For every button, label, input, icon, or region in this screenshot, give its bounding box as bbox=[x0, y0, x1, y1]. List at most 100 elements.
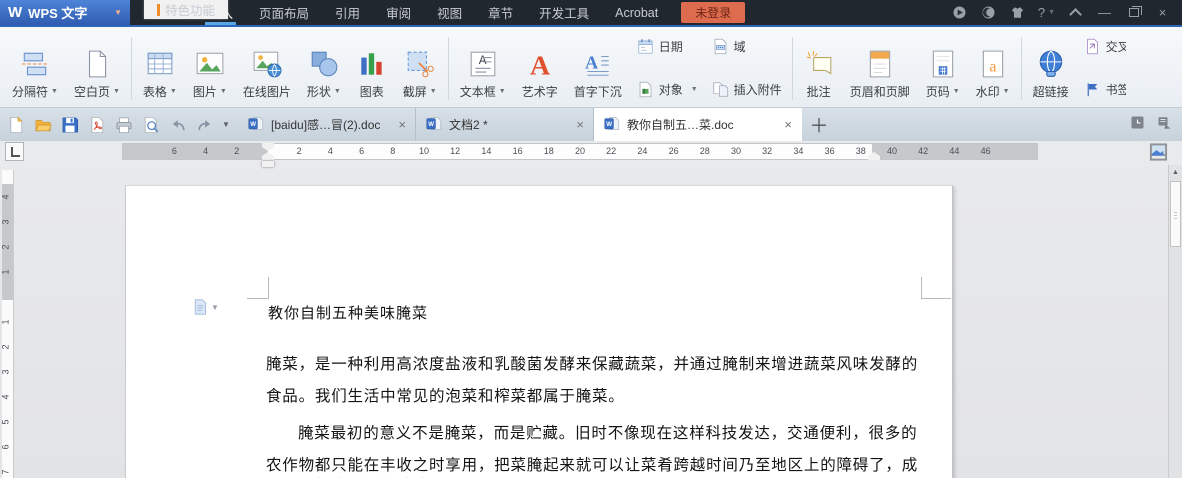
ruler-number: 34 bbox=[793, 146, 804, 156]
ribbon-button-crossref[interactable]: 交叉引用 bbox=[1084, 38, 1126, 55]
ribbon-group-separator bbox=[130, 37, 132, 100]
skin-circle-icon[interactable] bbox=[946, 0, 973, 25]
paragraph-style-button[interactable]: ▼ bbox=[192, 299, 219, 315]
ribbon-group-separator bbox=[447, 37, 449, 100]
ruler-number: 36 bbox=[824, 146, 835, 156]
ribbon-button-field[interactable]: 域 bbox=[712, 38, 782, 55]
ribbon-button-online-picture[interactable]: 在线图片 bbox=[235, 30, 299, 107]
print-button[interactable] bbox=[111, 112, 137, 138]
close-tab-icon[interactable]: × bbox=[576, 118, 584, 131]
scroll-up-button[interactable]: ▲ bbox=[1169, 165, 1182, 179]
quick-access-toolbar: ▼ bbox=[0, 108, 238, 141]
help-icon[interactable]: ? ▼ bbox=[1033, 0, 1060, 25]
ribbon-button-wordart[interactable]: A 艺术字 bbox=[514, 30, 566, 107]
ruler-number: 3 bbox=[0, 219, 11, 225]
undo-button[interactable] bbox=[165, 112, 191, 138]
new-document-button[interactable] bbox=[3, 112, 29, 138]
ruler-number: 4 bbox=[0, 194, 11, 200]
ruler-number: 6 bbox=[359, 146, 365, 156]
close-tab-icon[interactable]: × bbox=[784, 118, 792, 131]
chevron-down-icon: ▼ bbox=[114, 8, 122, 17]
print-preview-button[interactable] bbox=[138, 112, 164, 138]
horizontal-ruler[interactable]: 6 4 2 2 4 6 8 10 12 14 16 18 20 22 24 26 28 30 32 34 36 38 40 4… bbox=[122, 143, 1038, 167]
menu-tab-8[interactable]: 特色功能 bbox=[144, 0, 229, 19]
wordart-icon: A bbox=[525, 49, 555, 79]
scrollbar-thumb[interactable] bbox=[1170, 181, 1181, 247]
ribbon-button-table[interactable]: 表格 ▼ bbox=[135, 30, 185, 107]
app-logo-button[interactable]: W WPS 文字 ▼ bbox=[0, 0, 130, 25]
menu-tab-4[interactable]: 审阅 bbox=[373, 0, 424, 25]
night-mode-icon[interactable] bbox=[975, 0, 1002, 25]
menu-tab-6[interactable]: 章节 bbox=[475, 0, 526, 25]
document-tab-0[interactable]: W [baidu]感…冒(2).doc × bbox=[238, 108, 416, 141]
chevron-down-icon: ▼ bbox=[1048, 9, 1056, 16]
redo-button[interactable] bbox=[192, 112, 218, 138]
vertical-ruler[interactable]: 4 3 2 1 1 2 3 4 5 6 7 bbox=[0, 170, 14, 478]
customize-toolbar-dropdown[interactable]: ▼ bbox=[219, 120, 233, 129]
table-icon bbox=[145, 49, 175, 79]
style-page-icon bbox=[194, 299, 206, 315]
picture-icon bbox=[195, 49, 225, 79]
ribbon-button-bookmark[interactable]: 书签 bbox=[1084, 81, 1126, 98]
menu-tab-5[interactable]: 视图 bbox=[424, 0, 475, 25]
minimize-button[interactable]: — bbox=[1091, 0, 1118, 25]
menu-tab-3[interactable]: 引用 bbox=[322, 0, 373, 25]
ribbon-button-hyperlink[interactable]: 超链接 bbox=[1025, 30, 1077, 107]
export-pdf-button[interactable] bbox=[84, 112, 110, 138]
ruler-toggle-button[interactable] bbox=[1149, 142, 1168, 162]
chevron-down-icon: ▼ bbox=[211, 302, 219, 312]
ribbon-button-picture[interactable]: 图片 ▼ bbox=[185, 30, 235, 107]
document-file-icon: W bbox=[247, 115, 264, 135]
ribbon-button-comment[interactable]: 批注 bbox=[796, 30, 842, 107]
document-tab-1[interactable]: W 文档2 * × bbox=[416, 108, 594, 141]
ruler-number: 38 bbox=[855, 146, 866, 156]
ribbon-button-chart[interactable]: 图表 bbox=[349, 30, 395, 107]
close-tab-icon[interactable]: × bbox=[398, 118, 406, 131]
login-button[interactable]: 未登录 bbox=[681, 2, 746, 23]
history-clock-icon[interactable] bbox=[1130, 115, 1145, 135]
menu-tab-9[interactable]: Acrobat bbox=[602, 0, 671, 25]
menu-tab-2[interactable]: 页面布局 bbox=[246, 0, 322, 25]
ribbon-button-pagenum[interactable]: 页码 ▼ bbox=[918, 30, 968, 107]
collapse-ribbon-icon[interactable] bbox=[1062, 0, 1089, 25]
restore-button[interactable] bbox=[1120, 0, 1147, 25]
ribbon-button-attach[interactable]: 插入附件 bbox=[712, 81, 782, 98]
tab-list-icon[interactable] bbox=[1157, 115, 1172, 135]
vertical-scrollbar[interactable]: ▲ bbox=[1168, 165, 1182, 478]
open-button[interactable] bbox=[30, 112, 56, 138]
ribbon-button-date[interactable]: 日期 bbox=[637, 38, 698, 55]
ribbon-insert-tab-panel: 分隔符 ▼ 空白页 ▼ 表格 ▼ 图片 ▼ 在线图片 形状 ▼ 图表 截屏 ▼ A 文本框 ▼ A 艺术字 A 首字下沉… bbox=[0, 27, 1182, 108]
close-button[interactable]: × bbox=[1149, 0, 1176, 25]
ruler-number: 26 bbox=[668, 146, 679, 156]
ruler-number: 7 bbox=[0, 469, 11, 475]
chevron-down-icon: ▼ bbox=[690, 86, 698, 93]
ribbon-button-header-footer[interactable]: 页眉和页脚 bbox=[842, 30, 918, 107]
new-tab-button[interactable]: ＋ bbox=[802, 108, 836, 141]
bookmark-icon bbox=[1084, 81, 1101, 98]
ruler-number: 4 bbox=[0, 394, 11, 400]
ribbon-group-separator bbox=[1020, 37, 1022, 100]
ribbon-button-screenshot[interactable]: 截屏 ▼ bbox=[395, 30, 445, 107]
tab-stop-selector[interactable] bbox=[5, 142, 24, 161]
theme-shirt-icon[interactable] bbox=[1004, 0, 1031, 25]
ruler-number: 5 bbox=[0, 419, 11, 425]
document-text-line: 腌菜，是一种利用高浓度盐液和乳酸菌发酵来保藏蔬菜，并通过腌制来增进蔬菜风味发酵的 bbox=[266, 356, 918, 373]
ruler-number: 40 bbox=[886, 146, 898, 156]
ribbon-button-shapes[interactable]: 形状 ▼ bbox=[299, 30, 349, 107]
ribbon-button-object[interactable]: 对象 ▼ bbox=[637, 81, 698, 98]
ribbon-button-dropcap[interactable]: A 首字下沉 bbox=[566, 30, 630, 107]
ribbon-button-textbox[interactable]: A 文本框 ▼ bbox=[452, 30, 514, 107]
document-text-line: 农作物都只能在丰收之时享用，把菜腌起来就可以让菜肴跨越时间乃至地区上的障碍了，成 bbox=[266, 457, 918, 474]
left-indent-marker[interactable] bbox=[262, 161, 274, 167]
chevron-down-icon: ▼ bbox=[498, 88, 506, 95]
document-page[interactable]: ▼ 教你自制五种美味腌菜 腌菜，是一种利用高浓度盐液和乳酸菌发酵来保藏蔬菜，并通… bbox=[125, 185, 953, 478]
document-tab-2[interactable]: W 教你自制五…菜.doc × bbox=[594, 108, 802, 141]
menu-tab-7[interactable]: 开发工具 bbox=[526, 0, 602, 25]
ribbon-button-blank-page[interactable]: 空白页 ▼ bbox=[66, 30, 128, 107]
save-button[interactable] bbox=[57, 112, 83, 138]
ribbon-button-watermark[interactable]: a 水印 ▼ bbox=[968, 30, 1018, 107]
ribbon-button-section-break[interactable]: 分隔符 ▼ bbox=[4, 30, 66, 107]
document-file-icon: W bbox=[603, 115, 620, 135]
chevron-down-icon: ▼ bbox=[219, 88, 227, 95]
chart-icon bbox=[357, 49, 387, 79]
